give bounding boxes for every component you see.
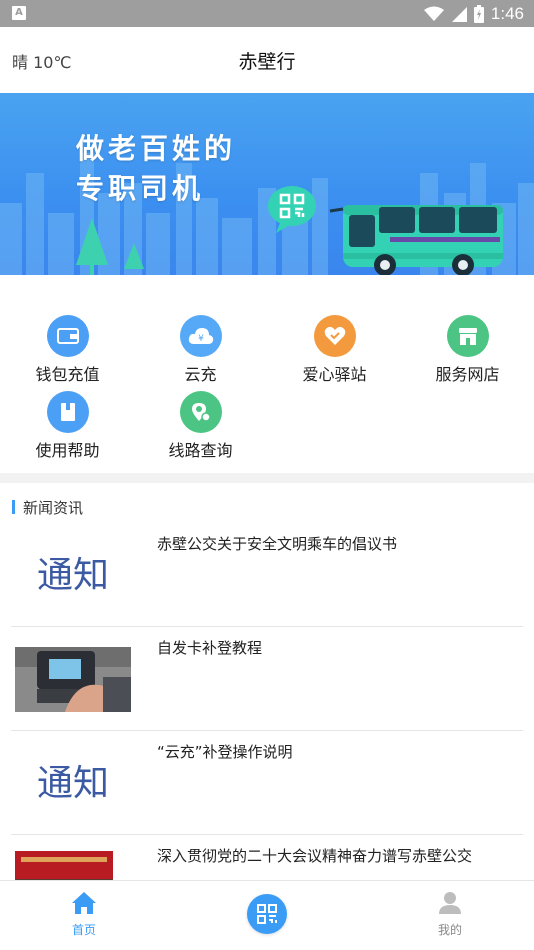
notice-thumb-text: 通知 <box>36 763 109 804</box>
svg-text:¥: ¥ <box>198 334 204 344</box>
news-thumbnail <box>15 647 131 712</box>
heart-icon <box>313 315 356 357</box>
card-reader-photo <box>15 647 131 712</box>
app-notification-icon: A <box>12 6 26 20</box>
section-accent-bar <box>12 500 15 514</box>
feature-love-station[interactable]: 爱心驿站 <box>268 315 401 385</box>
notice-thumb-text: 通知 <box>36 555 109 596</box>
feature-label: 使用帮助 <box>35 441 100 460</box>
list-item[interactable]: 通知 “云充”补登操作说明 <box>11 731 523 835</box>
news-title: 深入贯彻党的二十大会议精神奋力谱写赤壁公交 <box>157 847 473 865</box>
feature-route-query[interactable]: 线路查询 <box>134 391 267 461</box>
promo-banner[interactable]: 做老百姓的 专职司机 <box>0 93 534 275</box>
list-item[interactable]: 通知 赤壁公交关于安全文明乘车的倡议书 <box>11 523 523 627</box>
feature-wallet-recharge[interactable]: 钱包充值 <box>1 315 134 385</box>
feature-label: 服务网店 <box>435 365 500 384</box>
nav-home[interactable]: 首页 <box>54 891 114 938</box>
route-pin-icon <box>179 391 222 433</box>
section-divider <box>0 473 534 483</box>
wallet-icon <box>46 315 89 357</box>
banner-slogan-line2: 专职司机 <box>76 172 205 205</box>
news-title: 赤壁公交关于安全文明乘车的倡议书 <box>157 535 398 553</box>
feature-help[interactable]: 使用帮助 <box>1 391 134 461</box>
clock: 1:46 <box>490 3 524 23</box>
battery-icon <box>473 4 484 23</box>
wifi-icon <box>423 6 444 21</box>
status-icons: 1:46 <box>423 0 524 27</box>
news-title: 自发卡补登教程 <box>157 639 263 657</box>
user-icon <box>439 892 461 914</box>
app-header: 晴 10℃ 赤壁行 <box>0 27 534 93</box>
news-thumbnail: 通知 <box>15 543 131 608</box>
news-section-title: 新闻资讯 <box>23 498 84 517</box>
signal-icon <box>451 6 467 22</box>
nav-mine[interactable]: 我的 <box>420 891 480 938</box>
feature-label: 线路查询 <box>168 441 233 460</box>
scan-qr-button[interactable] <box>247 894 287 934</box>
help-book-icon <box>46 391 89 433</box>
cloud-yen-icon: ¥ <box>179 315 222 357</box>
bottom-navigation: 首页 我的 <box>0 880 534 950</box>
home-icon <box>72 892 96 914</box>
feature-cloud-recharge[interactable]: ¥ 云充 <box>134 315 267 385</box>
nav-home-label: 首页 <box>71 923 96 937</box>
list-item[interactable]: 自发卡补登教程 <box>11 627 523 731</box>
news-section-header: 新闻资讯 <box>12 497 83 517</box>
nav-mine-label: 我的 <box>437 923 462 937</box>
feature-label: 爱心驿站 <box>302 365 367 384</box>
feature-grid: 钱包充值 ¥ 云充 爱心驿站 服务网店 使用帮助 线路查询 <box>0 275 534 473</box>
page-title: 赤壁行 <box>238 51 296 73</box>
news-thumbnail: 通知 <box>15 751 131 816</box>
status-bar: A 1:46 <box>0 0 534 27</box>
banner-slogan-line1: 做老百姓的 <box>76 132 237 165</box>
feature-service-store[interactable]: 服务网店 <box>401 315 534 385</box>
feature-label: 钱包充值 <box>35 365 100 384</box>
qr-code-icon <box>257 904 277 924</box>
news-title: “云充”补登操作说明 <box>157 743 293 761</box>
feature-label: 云充 <box>184 365 217 384</box>
store-icon <box>446 315 489 357</box>
